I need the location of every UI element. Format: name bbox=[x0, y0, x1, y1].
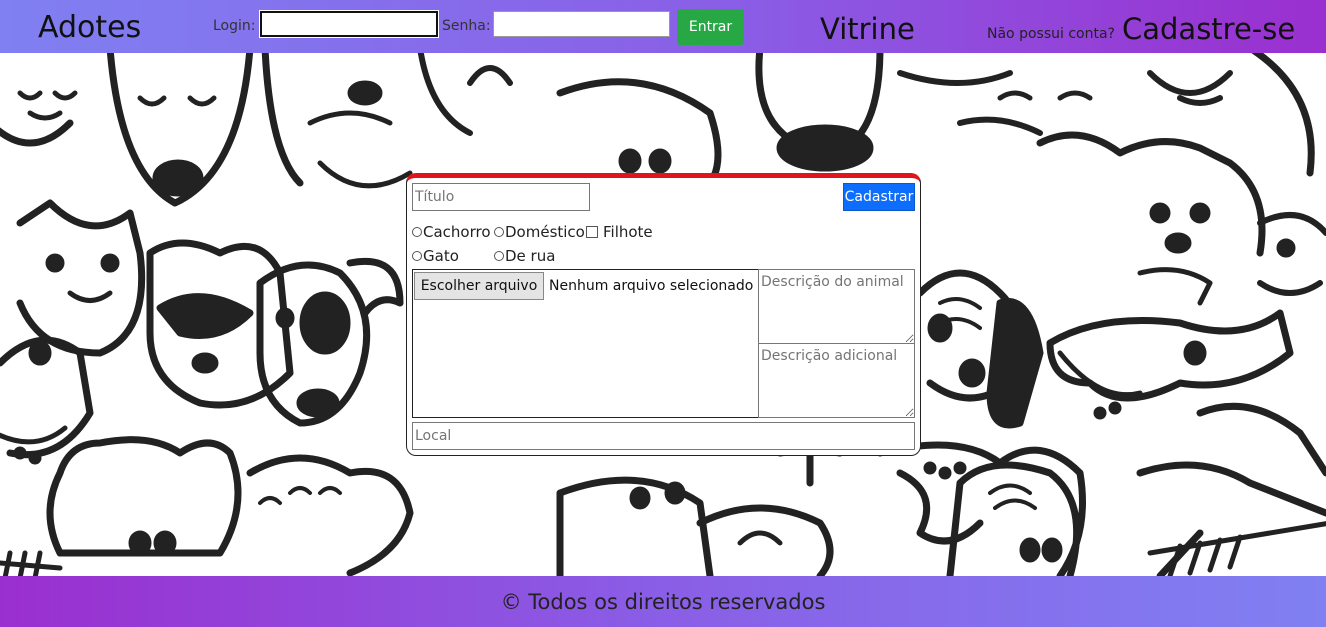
descricao-adicional-textarea[interactable] bbox=[758, 343, 915, 418]
radio-circle-icon[interactable] bbox=[412, 227, 422, 237]
radio-domestico-label: Doméstico bbox=[505, 223, 585, 241]
brand-logo-text[interactable]: Adotes bbox=[38, 10, 141, 45]
top-navbar: Adotes Login: Senha: Entrar Vitrine Não … bbox=[0, 0, 1326, 53]
checkbox-filhote-label: Filhote bbox=[603, 223, 653, 241]
radio-cachorro-label: Cachorro bbox=[423, 223, 491, 241]
radio-circle-icon[interactable] bbox=[494, 227, 504, 237]
login-input[interactable] bbox=[259, 10, 439, 38]
local-input[interactable] bbox=[412, 422, 915, 450]
radio-de-rua-label: De rua bbox=[505, 247, 556, 265]
signup-link[interactable]: Cadastre-se bbox=[1122, 12, 1295, 46]
radio-circle-icon[interactable] bbox=[494, 251, 504, 261]
titulo-input[interactable] bbox=[412, 183, 590, 211]
checkbox-square-icon[interactable] bbox=[586, 226, 598, 238]
footer: © Todos os direitos reservados bbox=[0, 576, 1326, 627]
radio-de-rua[interactable]: De rua bbox=[494, 247, 555, 265]
file-status-text: Nenhum arquivo selecionado bbox=[549, 278, 754, 294]
footer-copyright: © Todos os direitos reservados bbox=[500, 590, 826, 614]
choose-file-button[interactable]: Escolher arquivo bbox=[414, 272, 544, 300]
radio-gato[interactable]: Gato bbox=[412, 247, 459, 265]
cadastrar-button[interactable]: Cadastrar bbox=[843, 183, 915, 211]
radio-domestico[interactable]: Doméstico bbox=[494, 223, 585, 241]
cadastro-form-card: Cadastrar Cachorro Doméstico Filhote Gat… bbox=[406, 173, 921, 456]
senha-label: Senha: bbox=[442, 18, 491, 34]
no-account-text: Não possui conta? bbox=[987, 26, 1115, 42]
radio-cachorro[interactable]: Cachorro bbox=[412, 223, 491, 241]
radio-circle-icon[interactable] bbox=[412, 251, 422, 261]
radio-gato-label: Gato bbox=[423, 247, 459, 265]
login-label: Login: bbox=[213, 18, 256, 34]
checkbox-filhote[interactable]: Filhote bbox=[586, 223, 653, 241]
senha-input[interactable] bbox=[493, 11, 670, 37]
file-upload-area[interactable]: Escolher arquivo Nenhum arquivo selecion… bbox=[412, 269, 759, 418]
entrar-button[interactable]: Entrar bbox=[677, 9, 744, 45]
descricao-animal-textarea[interactable] bbox=[758, 269, 915, 344]
vitrine-link[interactable]: Vitrine bbox=[820, 12, 915, 46]
